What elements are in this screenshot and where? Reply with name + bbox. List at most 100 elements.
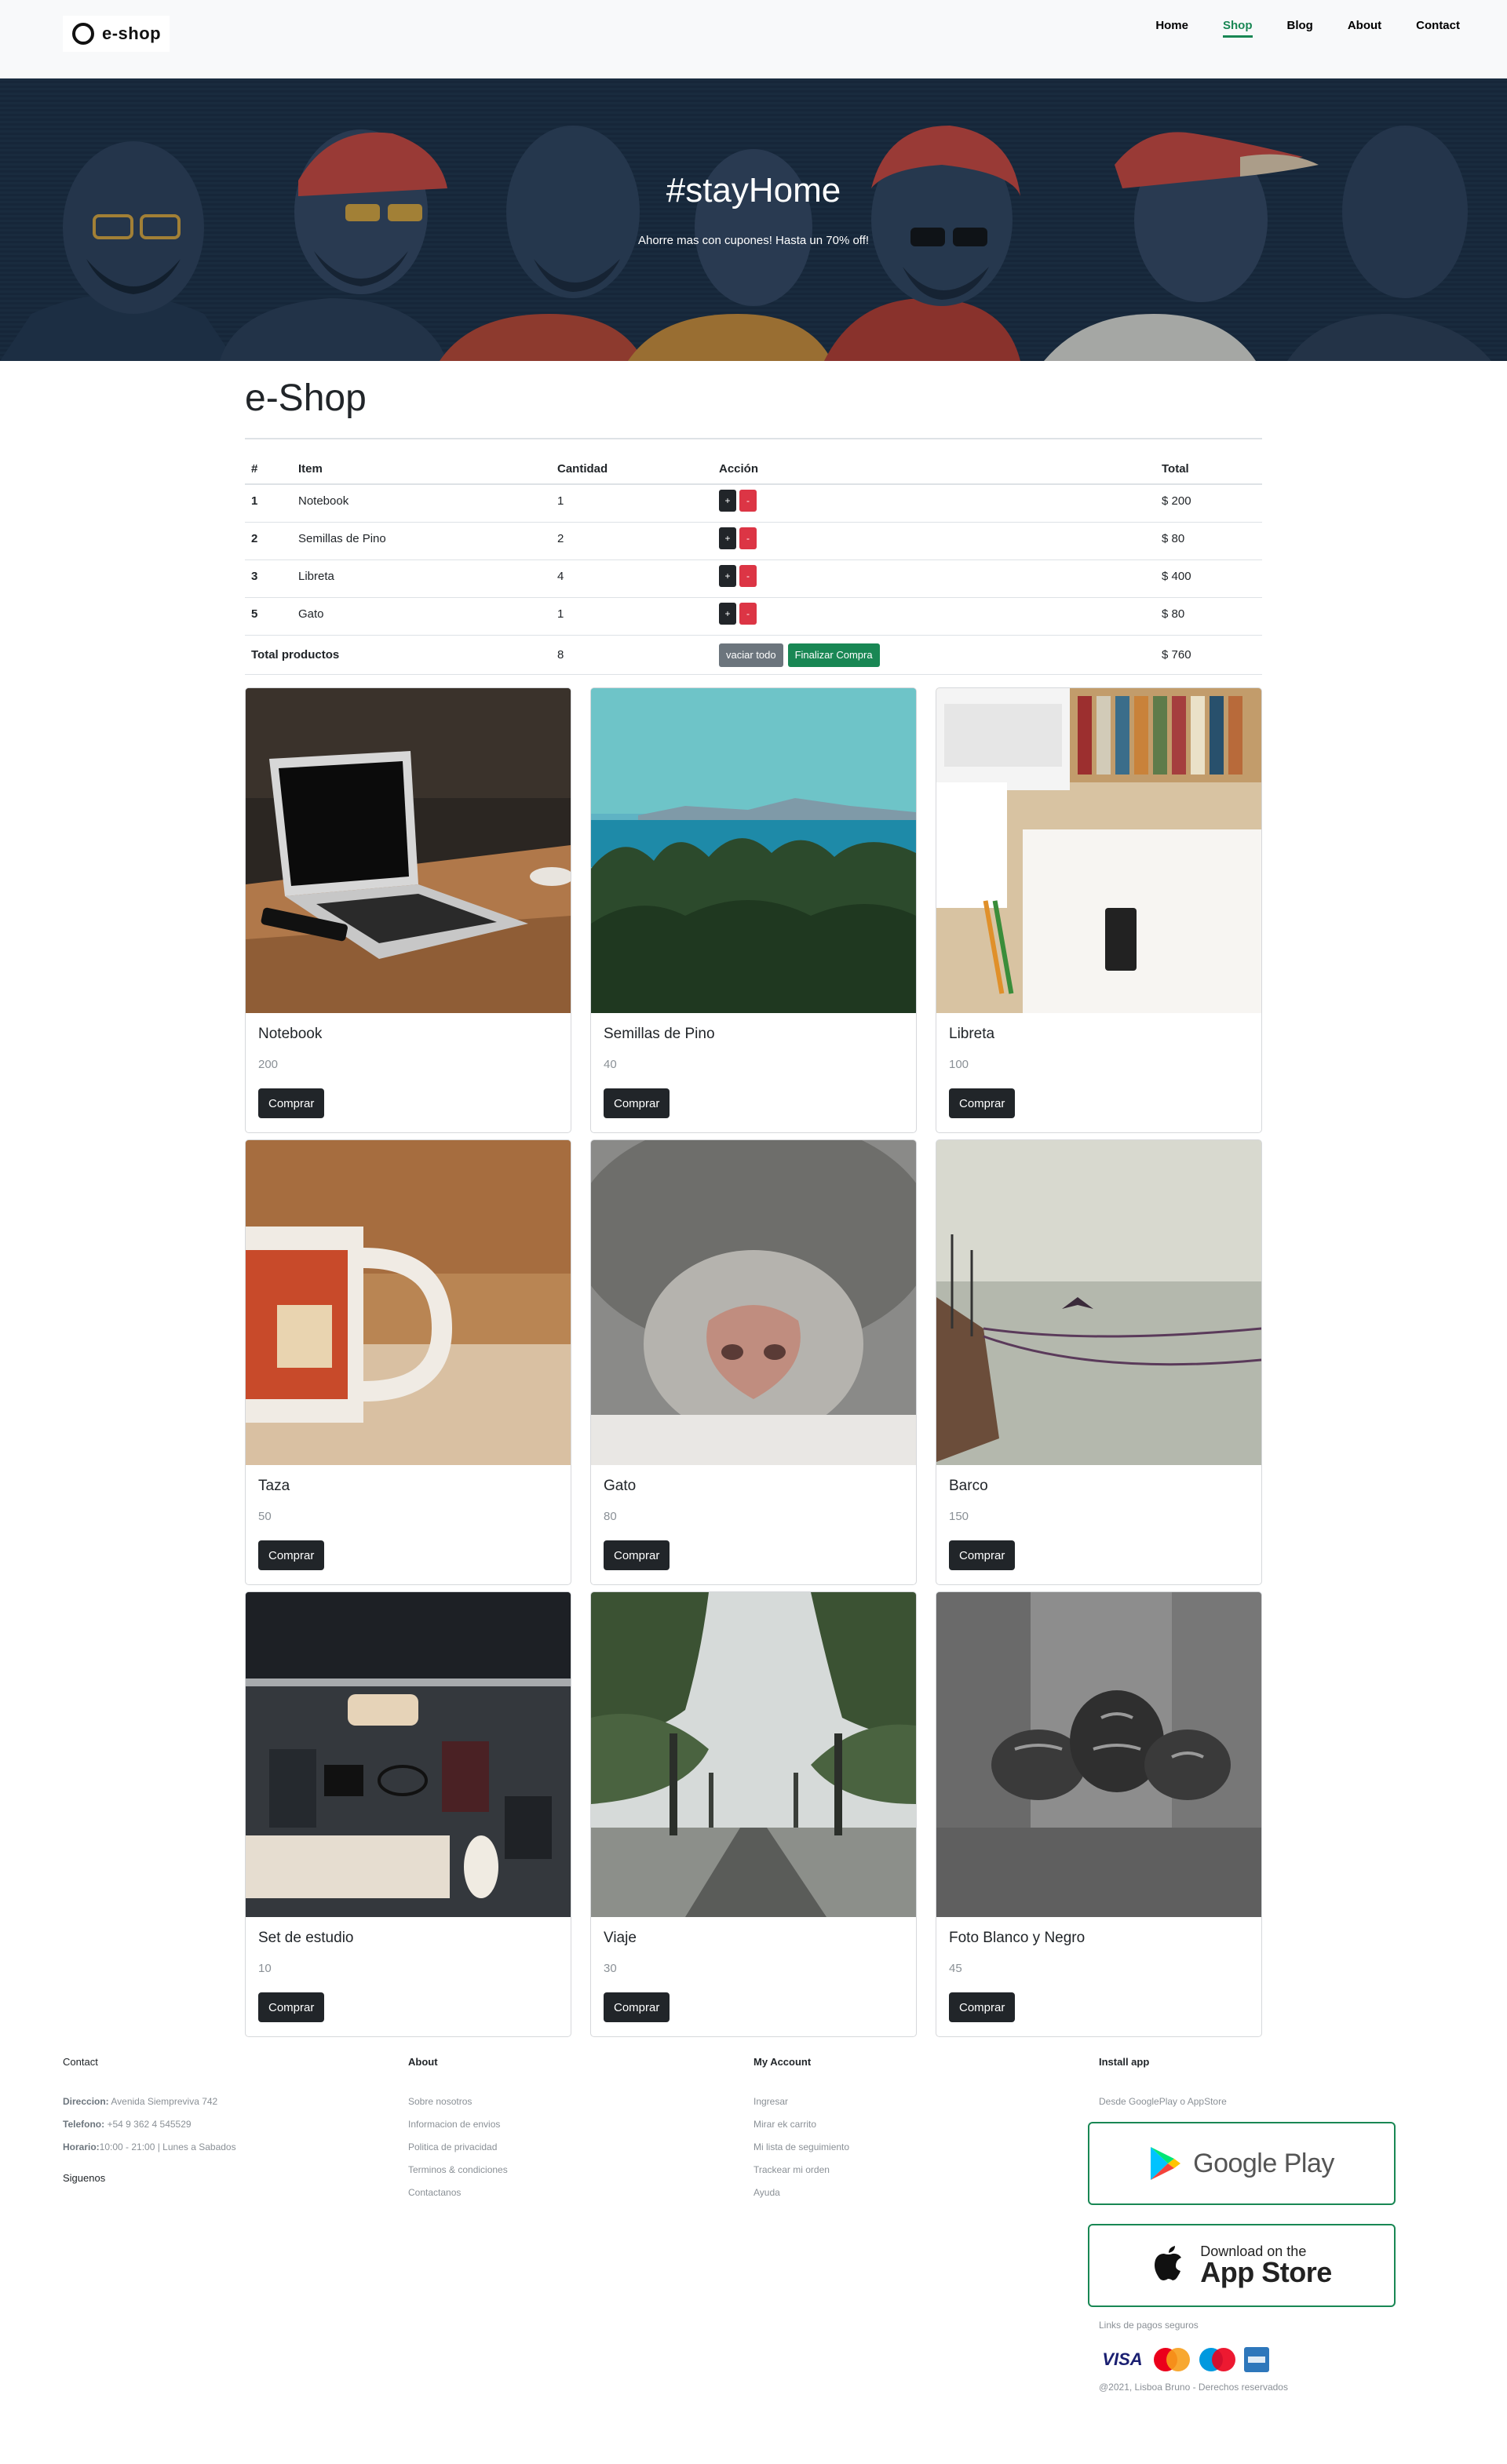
footer-link-terms[interactable]: Terminos & condiciones	[408, 2164, 508, 2176]
add-one-button[interactable]: +	[719, 527, 736, 549]
nav-links: Home Shop Blog About Contact	[1121, 19, 1460, 38]
product-price: 150	[949, 1510, 969, 1523]
row-actions: + -	[719, 523, 760, 560]
remove-one-button[interactable]: -	[739, 527, 757, 549]
row-item: Libreta	[298, 570, 334, 583]
column-header-number: #	[251, 462, 258, 476]
buy-button[interactable]: Comprar	[604, 1088, 670, 1118]
add-one-button[interactable]: +	[719, 490, 736, 512]
hero-subtitle: Ahorre mas con cupones! Hasta un 70% off…	[637, 234, 870, 247]
row-total: $ 80	[1162, 532, 1185, 545]
visa-icon: VISA	[1102, 2349, 1143, 2369]
row-quantity: 1	[557, 494, 564, 508]
table-total-row: Total productos 8 vaciar todo Finalizar …	[245, 636, 1262, 675]
footer-link-privacy[interactable]: Politica de privacidad	[408, 2141, 508, 2153]
remove-one-button[interactable]: -	[739, 565, 757, 587]
nav-link-contact[interactable]: Contact	[1416, 19, 1460, 38]
table-row: 2 Semillas de Pino 2 + - $ 80	[245, 523, 1262, 560]
footer-heading-install: Install app	[1099, 2056, 1150, 2068]
buy-button[interactable]: Comprar	[258, 1088, 325, 1118]
add-one-button[interactable]: +	[719, 603, 736, 625]
row-total: $ 400	[1162, 570, 1191, 583]
hero-banner: #stayHome Ahorre mas con cupones! Hasta …	[0, 78, 1507, 361]
add-one-button[interactable]: +	[719, 565, 736, 587]
product-image[interactable]	[246, 1592, 571, 1917]
footer-link-login[interactable]: Ingresar	[754, 2096, 849, 2108]
install-subtitle: Desde GooglePlay o AppStore	[1099, 2096, 1227, 2107]
product-image[interactable]	[246, 688, 571, 1013]
google-play-label: Google Play	[1193, 2148, 1334, 2178]
checkout-button[interactable]: Finalizar Compra	[787, 643, 880, 667]
row-number: 1	[251, 494, 258, 508]
product-card: Viaje 30 Comprar	[590, 1591, 917, 2037]
nav-link-blog[interactable]: Blog	[1287, 19, 1313, 38]
brand-logo[interactable]: e-shop	[63, 16, 170, 52]
footer-link-contact[interactable]: Contactanos	[408, 2187, 508, 2199]
footer-link-track-order[interactable]: Trackear mi orden	[754, 2164, 849, 2176]
footer-link-shipping[interactable]: Informacion de envios	[408, 2119, 508, 2130]
app-store-text: Download on the App Store	[1200, 2244, 1332, 2287]
row-item: Gato	[298, 607, 324, 621]
product-card: Semillas de Pino 40 Comprar	[590, 687, 917, 1133]
row-actions: + -	[719, 485, 760, 522]
maestro-icon	[1198, 2348, 1237, 2371]
phone-label: Telefono:	[63, 2119, 105, 2130]
product-name: Viaje	[604, 1930, 637, 1946]
product-price: 45	[949, 1962, 962, 1975]
product-image[interactable]	[936, 1140, 1261, 1465]
address-value: Avenida Siempreviva 742	[111, 2096, 218, 2107]
nav-link-about[interactable]: About	[1348, 19, 1381, 38]
buy-button[interactable]: Comprar	[949, 1992, 1016, 2022]
product-image[interactable]	[936, 688, 1261, 1013]
address-label: Direccion:	[63, 2096, 109, 2107]
column-header-action: Acción	[719, 462, 759, 476]
product-image[interactable]	[591, 1592, 916, 1917]
footer-link-about-us[interactable]: Sobre nosotros	[408, 2096, 508, 2108]
footer-install-app: Install app Desde GooglePlay o AppStore …	[1088, 2056, 1396, 2393]
product-name: Gato	[604, 1478, 637, 1494]
app-store-button[interactable]: Download on the App Store	[1088, 2224, 1396, 2307]
row-number: 2	[251, 532, 258, 545]
product-image[interactable]	[591, 688, 916, 1013]
buy-button[interactable]: Comprar	[604, 1992, 670, 2022]
product-image[interactable]	[591, 1140, 916, 1465]
payment-icons: VISA	[1099, 2347, 1396, 2372]
nav-link-home[interactable]: Home	[1155, 19, 1188, 38]
row-quantity: 2	[557, 532, 564, 545]
total-quantity: 8	[557, 648, 564, 662]
google-play-icon	[1151, 2147, 1181, 2180]
nav-link-shop[interactable]: Shop	[1223, 19, 1253, 38]
product-price: 200	[258, 1058, 279, 1071]
product-card: Foto Blanco y Negro 45 Comprar	[936, 1591, 1262, 2037]
remove-one-button[interactable]: -	[739, 603, 757, 625]
column-header-quantity: Cantidad	[557, 462, 608, 476]
buy-button[interactable]: Comprar	[258, 1992, 325, 2022]
footer-link-help[interactable]: Ayuda	[754, 2187, 849, 2199]
product-name: Libreta	[949, 1026, 995, 1042]
product-image[interactable]	[936, 1592, 1261, 1917]
divider	[245, 438, 1262, 439]
product-image[interactable]	[246, 1140, 571, 1465]
google-play-button[interactable]: Google Play	[1088, 2122, 1396, 2205]
buy-button[interactable]: Comprar	[258, 1540, 325, 1570]
buy-button[interactable]: Comprar	[949, 1088, 1016, 1118]
mastercard-icon	[1152, 2348, 1191, 2371]
product-name: Foto Blanco y Negro	[949, 1930, 1086, 1946]
product-name: Barco	[949, 1478, 988, 1494]
hours-value: 10:00 - 21:00 | Lunes a Sabados	[99, 2141, 236, 2152]
buy-button[interactable]: Comprar	[604, 1540, 670, 1570]
cart-table: # Item Cantidad Acción Total 1 Notebook …	[245, 449, 1262, 675]
buy-button[interactable]: Comprar	[949, 1540, 1016, 1570]
total-actions: vaciar todo Finalizar Compra	[719, 636, 885, 674]
hero-illustration	[0, 78, 1507, 361]
product-price: 80	[604, 1510, 617, 1523]
empty-cart-button[interactable]: vaciar todo	[719, 643, 783, 667]
footer-link-cart[interactable]: Mirar ek carrito	[754, 2119, 849, 2130]
payments-label: Links de pagos seguros	[1099, 2320, 1199, 2331]
footer-link-watchlist[interactable]: Mi lista de seguimiento	[754, 2141, 849, 2153]
remove-one-button[interactable]: -	[739, 490, 757, 512]
row-number: 5	[251, 607, 258, 621]
total-label: Total productos	[251, 648, 340, 662]
product-name: Taza	[258, 1478, 290, 1494]
column-header-total: Total	[1162, 462, 1189, 476]
